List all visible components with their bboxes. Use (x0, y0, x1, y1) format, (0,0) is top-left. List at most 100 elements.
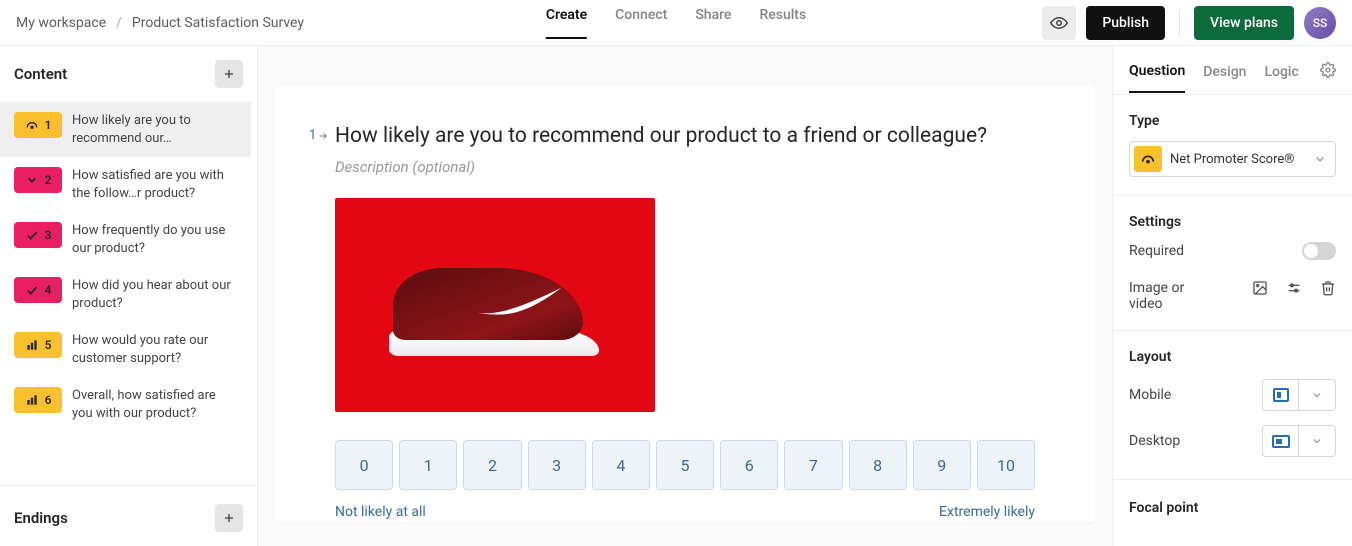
properties-panel: Question Design Logic Type Net Promoter … (1112, 46, 1352, 546)
question-label: How likely are you to recommend our… (72, 112, 237, 147)
desktop-label: Desktop (1129, 433, 1180, 449)
gear-icon (1320, 62, 1336, 78)
scale-option-6[interactable]: 6 (720, 440, 778, 490)
required-toggle[interactable] (1302, 242, 1336, 260)
scale-option-5[interactable]: 5 (656, 440, 714, 490)
layout-thumbnail-icon (1272, 435, 1290, 448)
workspace-link[interactable]: My workspace (16, 15, 106, 31)
scale-option-1[interactable]: 1 (399, 440, 457, 490)
question-item-3[interactable]: 3 How frequently do you use our product? (0, 212, 251, 267)
scale-option-7[interactable]: 7 (784, 440, 842, 490)
question-list[interactable]: 1 How likely are you to recommend our… 2… (0, 102, 257, 481)
divider (1179, 10, 1180, 36)
image-settings-button[interactable] (1252, 280, 1268, 300)
divider (0, 485, 257, 486)
content-sidebar: Content 1 How likely are you to recommen… (0, 46, 258, 546)
check-icon (25, 283, 39, 297)
tab-connect[interactable]: Connect (615, 7, 667, 39)
question-label: How satisfied are you with the follow…r … (72, 167, 237, 202)
question-number: 4 (45, 283, 52, 297)
bar-chart-icon (25, 393, 39, 407)
publish-button[interactable]: Publish (1086, 6, 1165, 40)
scale-option-10[interactable]: 10 (977, 440, 1035, 490)
preview-button[interactable] (1042, 6, 1076, 40)
gauge-icon (1140, 151, 1156, 167)
plus-icon (222, 67, 236, 81)
tab-logic[interactable]: Logic (1264, 64, 1298, 92)
scale-high-label[interactable]: Extremely likely (939, 504, 1035, 520)
scale-option-4[interactable]: 4 (592, 440, 650, 490)
scale-option-3[interactable]: 3 (528, 440, 586, 490)
question-item-6[interactable]: 6 Overall, how satisfied are you with ou… (0, 377, 251, 432)
question-item-4[interactable]: 4 How did you hear about our product? (0, 267, 251, 322)
layout-thumbnail-icon (1273, 388, 1289, 402)
question-badge: 6 (14, 387, 62, 413)
question-type-select[interactable]: Net Promoter Score® (1129, 141, 1336, 177)
image-icon (1252, 280, 1268, 296)
remove-media-button[interactable] (1320, 280, 1336, 300)
type-value: Net Promoter Score® (1170, 152, 1305, 167)
question-number: 5 (45, 338, 52, 352)
filters-button[interactable] (1286, 280, 1302, 300)
question-badge: 1 (14, 112, 62, 138)
add-question-button[interactable] (215, 60, 243, 88)
tab-results[interactable]: Results (759, 7, 806, 39)
question-title[interactable]: How likely are you to recommend our prod… (335, 122, 1035, 150)
layout-label: Layout (1129, 349, 1336, 365)
scale-option-8[interactable]: 8 (849, 440, 907, 490)
mobile-layout-select[interactable] (1262, 379, 1336, 411)
swoosh-icon (475, 284, 565, 320)
trash-icon (1320, 280, 1336, 296)
scale-labels: Not likely at all Extremely likely (335, 504, 1035, 520)
question-badge: 3 (14, 222, 62, 248)
scale-low-label[interactable]: Not likely at all (335, 504, 426, 520)
view-plans-button[interactable]: View plans (1194, 6, 1294, 40)
divider (1113, 479, 1352, 480)
tab-share[interactable]: Share (695, 7, 731, 39)
breadcrumb-separator: / (116, 15, 122, 31)
plus-icon (222, 511, 236, 525)
desktop-layout-select[interactable] (1262, 425, 1336, 457)
question-item-5[interactable]: 5 How would you rate our customer suppor… (0, 322, 251, 377)
scale-option-2[interactable]: 2 (463, 440, 521, 490)
tab-question[interactable]: Question (1129, 63, 1185, 93)
nps-scale: 0 1 2 3 4 5 6 7 8 9 10 (335, 440, 1035, 490)
sliders-icon (1286, 280, 1302, 296)
question-number: 1 (45, 118, 52, 132)
question-badge: 2 (14, 167, 62, 193)
question-image[interactable] (335, 198, 655, 412)
bar-chart-icon (25, 338, 39, 352)
question-label: How would you rate our customer support? (72, 332, 237, 367)
media-label: Image or video (1129, 280, 1209, 312)
add-ending-button[interactable] (215, 504, 243, 532)
question-label: How did you hear about our product? (72, 277, 237, 312)
focal-point-label: Focal point (1113, 484, 1352, 516)
question-number: 6 (45, 393, 52, 407)
form-name[interactable]: Product Satisfaction Survey (132, 15, 304, 31)
canvas: 1 How likely are you to recommend our pr… (258, 46, 1112, 546)
chevron-down-icon (25, 173, 39, 187)
question-label: Overall, how satisfied are you with our … (72, 387, 237, 422)
tab-design[interactable]: Design (1203, 64, 1246, 92)
gauge-icon (25, 118, 39, 132)
type-label: Type (1129, 113, 1336, 129)
shoe-illustration (385, 250, 605, 360)
question-card[interactable]: 1 How likely are you to recommend our pr… (275, 86, 1095, 522)
scale-option-0[interactable]: 0 (335, 440, 393, 490)
question-item-2[interactable]: 2 How satisfied are you with the follow…… (0, 157, 251, 212)
question-item-1[interactable]: 1 How likely are you to recommend our… (0, 102, 251, 157)
main-nav: Create Connect Share Results (546, 7, 806, 39)
question-label: How frequently do you use our product? (72, 222, 237, 257)
avatar[interactable]: SS (1304, 7, 1336, 39)
settings-gear-button[interactable] (1320, 62, 1336, 94)
chevron-down-icon (1311, 435, 1323, 447)
eye-icon (1050, 14, 1068, 32)
tab-create[interactable]: Create (546, 7, 587, 39)
scale-option-9[interactable]: 9 (913, 440, 971, 490)
chevron-down-icon (1313, 152, 1327, 166)
breadcrumb: My workspace / Product Satisfaction Surv… (16, 15, 304, 31)
question-badge: 4 (14, 277, 62, 303)
question-description[interactable]: Description (optional) (335, 158, 1035, 176)
required-label: Required (1129, 243, 1184, 259)
settings-label: Settings (1129, 214, 1336, 230)
